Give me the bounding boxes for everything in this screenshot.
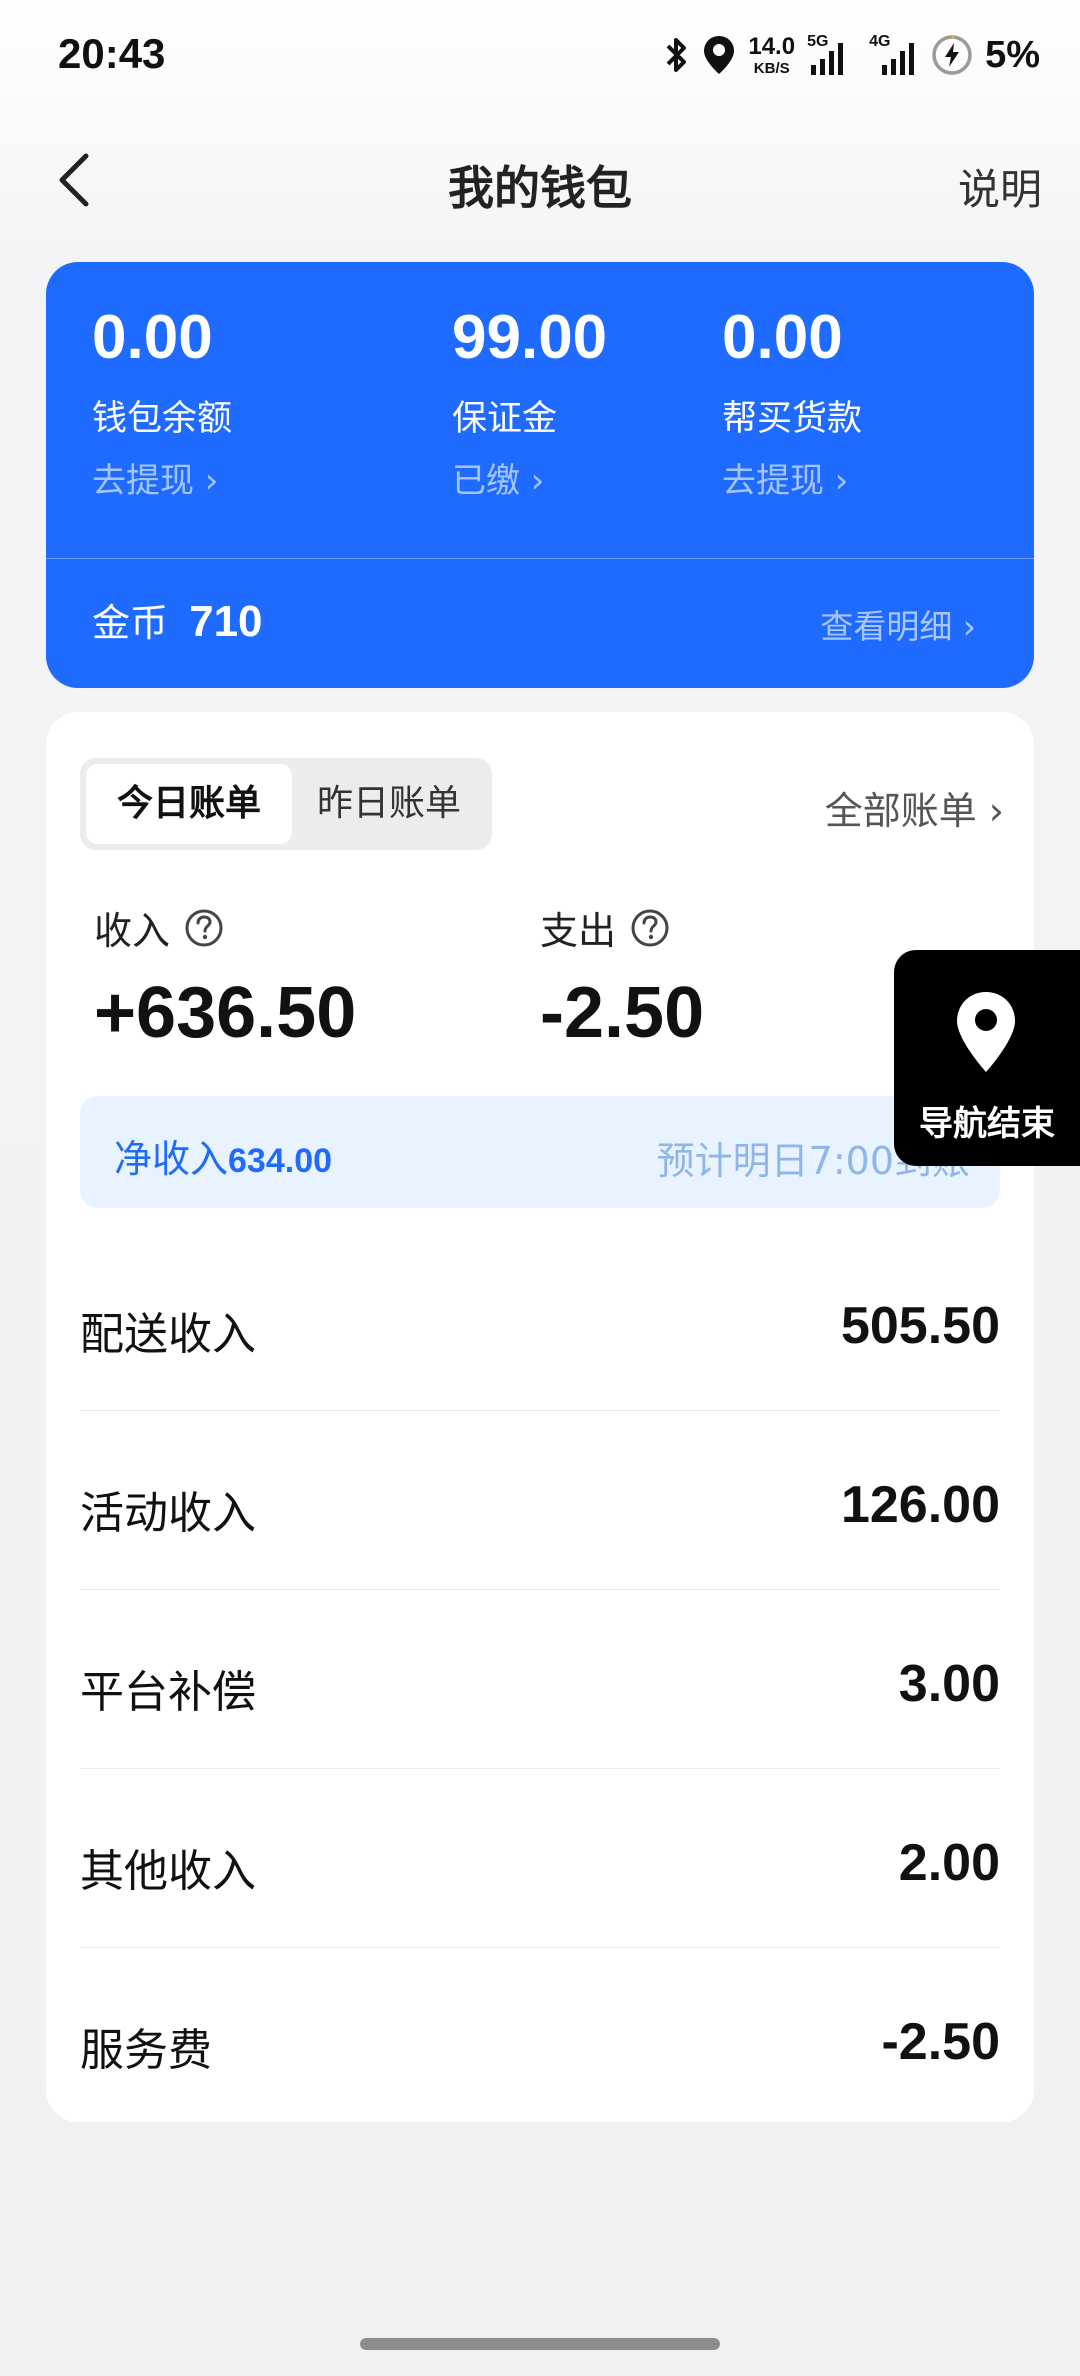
detail-value: 2.00 xyxy=(898,1834,1000,1892)
income-detail-list: 配送收入 505.50 活动收入 126.00 平台补偿 3.00 其他收入 2… xyxy=(80,1232,1000,2126)
wallet-proxy-amount: 0.00 xyxy=(722,303,843,372)
coin-row: 金币 710 查看明细 › xyxy=(92,592,976,652)
wallet-deposit-label: 保证金 xyxy=(452,399,558,440)
net-income-box: 净收入634.00 预计明日7:00到账 xyxy=(80,1096,1000,1208)
net-speed: 14.0 KB/S xyxy=(748,32,796,77)
wallet-balance-amount: 0.00 xyxy=(92,303,213,372)
navigation-end-label: 导航结束 xyxy=(919,1104,1055,1144)
signal-icon xyxy=(882,43,915,75)
detail-value: 505.50 xyxy=(840,1297,1000,1355)
deposit-paid-link[interactable]: 已缴 › xyxy=(452,453,607,502)
detail-value: 126.00 xyxy=(840,1476,1000,1534)
nav-bar: 我的钱包 说明 xyxy=(0,130,1080,230)
withdraw-balance-link[interactable]: 去提现 › xyxy=(92,453,232,502)
income-value: +636.50 xyxy=(94,973,357,1053)
all-bills-link[interactable]: 全部账单 › xyxy=(825,780,1004,835)
detail-label: 平台补偿 xyxy=(80,1667,256,1718)
list-item[interactable]: 其他收入 2.00 xyxy=(80,1769,1000,1948)
signal-icon xyxy=(811,43,844,75)
wallet-divider xyxy=(46,558,1034,559)
coin-label: 金币 xyxy=(92,601,169,645)
bill-tabs: 今日账单 昨日账单 xyxy=(80,758,492,850)
home-indicator[interactable] xyxy=(360,2338,720,2350)
income-summary: 收入 +636.50 xyxy=(94,900,356,1049)
explain-link[interactable]: 说明 xyxy=(958,156,1042,217)
list-item[interactable]: 活动收入 126.00 xyxy=(80,1411,1000,1590)
battery-percent: 5% xyxy=(985,33,1040,76)
wallet-balance: 0.00 钱包余额 去提现 › xyxy=(92,303,233,502)
income-label: 收入 xyxy=(94,909,171,953)
detail-label: 活动收入 xyxy=(80,1488,256,1539)
detail-label: 其他收入 xyxy=(80,1846,256,1897)
tab-today-bill[interactable]: 今日账单 xyxy=(86,764,292,844)
list-item[interactable]: 服务费 -2.50 xyxy=(80,1948,1000,2126)
tab-yesterday-bill[interactable]: 昨日账单 xyxy=(292,764,486,844)
wallet-deposit-amount: 99.00 xyxy=(452,303,608,372)
net-income-value: 634.00 xyxy=(228,1142,333,1180)
signal-5g: 5G xyxy=(807,33,857,77)
detail-value: -2.50 xyxy=(881,2013,1000,2071)
map-pin-icon xyxy=(957,992,1015,1072)
net-speed-unit: KB/S xyxy=(753,59,790,77)
bluetooth-icon xyxy=(666,38,687,72)
wallet-card: 0.00 钱包余额 去提现 › 99.00 保证金 已缴 › 0.00 帮买货款… xyxy=(46,262,1034,688)
wallet-proxy-label: 帮买货款 xyxy=(722,399,863,440)
expense-summary: 支出 -2.50 xyxy=(540,900,704,1049)
question-icon[interactable] xyxy=(184,908,224,948)
list-item[interactable]: 平台补偿 3.00 xyxy=(80,1590,1000,1769)
view-detail-link[interactable]: 查看明细 › xyxy=(820,600,976,648)
wallet-proxy-payment: 0.00 帮买货款 去提现 › xyxy=(722,303,863,502)
wallet-deposit: 99.00 保证金 已缴 › xyxy=(452,303,608,502)
bill-card: 今日账单 昨日账单 全部账单 › 收入 +636.50 支出 -2.50 净收入… xyxy=(46,712,1034,2122)
expense-value: -2.50 xyxy=(540,973,705,1053)
location-icon xyxy=(704,36,735,74)
page-title: 我的钱包 xyxy=(448,161,632,215)
list-item[interactable]: 配送收入 505.50 xyxy=(80,1232,1000,1411)
net-income: 净收入634.00 xyxy=(114,1128,332,1183)
detail-value: 3.00 xyxy=(898,1655,1000,1713)
expense-label: 支出 xyxy=(540,909,617,953)
status-icons: 14.0 KB/S 5G 4G 5% xyxy=(664,30,1040,80)
wallet-balance-label: 钱包余额 xyxy=(92,399,233,440)
net-speed-value: 14.0 xyxy=(748,32,796,60)
question-icon[interactable] xyxy=(630,908,670,948)
detail-label: 配送收入 xyxy=(80,1309,256,1360)
navigation-end-button[interactable]: 导航结束 xyxy=(894,950,1080,1166)
status-time: 20:43 xyxy=(58,30,166,77)
battery-charging-icon xyxy=(932,35,972,75)
coin-value: 710 xyxy=(189,597,263,646)
net-income-label: 净收入 xyxy=(114,1137,229,1181)
detail-label: 服务费 xyxy=(80,2025,212,2076)
withdraw-proxy-link[interactable]: 去提现 › xyxy=(722,453,862,502)
signal-4g: 4G xyxy=(869,33,919,77)
status-bar: 20:43 14.0 KB/S 5G 4G 5% xyxy=(0,0,1080,110)
